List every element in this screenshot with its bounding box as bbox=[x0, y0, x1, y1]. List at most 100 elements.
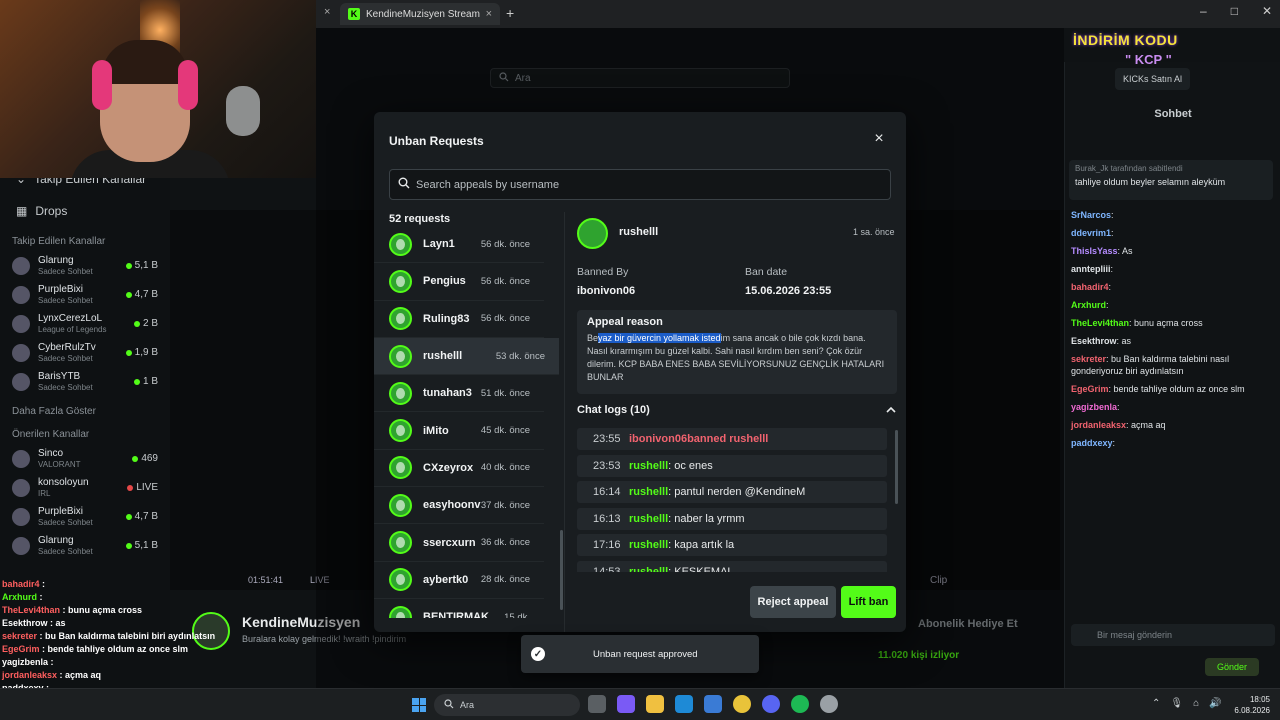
request-item[interactable]: easyhoonv 37 dk. önce bbox=[374, 487, 544, 525]
request-item[interactable]: ssercxurn 36 dk. önce bbox=[374, 524, 544, 562]
system-tray: ⌃ 🎙 ⌂ 🔊 bbox=[1152, 698, 1222, 709]
buy-kicks-button[interactable]: KICKs Satın Al bbox=[1115, 68, 1191, 90]
spotify-icon[interactable] bbox=[791, 695, 809, 713]
log-time: 17:16 bbox=[593, 539, 621, 552]
chat-message[interactable]: yagizbenla: bbox=[1069, 398, 1277, 416]
viewer-count-text: 1 B bbox=[142, 376, 158, 387]
chat-username[interactable]: ddevrim1 bbox=[1071, 228, 1111, 238]
live-dot-icon bbox=[125, 262, 132, 269]
reject-appeal-button[interactable]: Reject appeal bbox=[750, 586, 836, 618]
request-item[interactable]: tunahan3 51 dk. önce bbox=[374, 375, 544, 413]
chat-username[interactable]: SrNarcos bbox=[1071, 210, 1111, 220]
request-list-scrollbar[interactable] bbox=[560, 530, 563, 610]
log-username[interactable]: ibonivon06 bbox=[629, 433, 687, 445]
send-button[interactable]: Gönder bbox=[1205, 658, 1259, 676]
log-username[interactable]: rushelll bbox=[629, 460, 668, 472]
sidebar-channel[interactable]: CyberRulzTv Sadece Sohbet 1,9 B bbox=[0, 338, 170, 367]
chat-log-entry: 16:13 rushelll: naber la yrmm bbox=[577, 507, 887, 530]
chat-input[interactable]: Bir mesaj gönderin bbox=[1071, 624, 1275, 646]
appeal-reason-text[interactable]: Beyaz bir güvercin yollamak istedim sana… bbox=[587, 332, 887, 384]
sidebar-channel[interactable]: PurpleBixi Sadece Sohbet 4,7 B bbox=[0, 502, 170, 531]
request-item[interactable]: iMito 45 dk. önce bbox=[374, 412, 544, 450]
request-item[interactable]: Pengius 56 dk. önce bbox=[374, 263, 544, 301]
taskbar-clock[interactable]: 18:05 6.08.2026 bbox=[1226, 694, 1270, 716]
log-username[interactable]: rushelll bbox=[629, 513, 668, 525]
lift-ban-button[interactable]: Lift ban bbox=[841, 586, 896, 618]
pinned-message[interactable]: Burak_Jk tarafından sabitlendi tahliye o… bbox=[1069, 160, 1273, 200]
close-icon[interactable]: × bbox=[870, 130, 888, 148]
request-item[interactable]: aybertk0 28 dk. önce bbox=[374, 562, 544, 599]
copilot-icon[interactable] bbox=[617, 695, 635, 713]
chat-username[interactable]: bahadir4 bbox=[1071, 282, 1109, 292]
channel-text: PurpleBixi Sadece Sohbet bbox=[38, 506, 93, 528]
sidebar-channel[interactable]: PurpleBixi Sadece Sohbet 4,7 B bbox=[0, 280, 170, 309]
chevron-up-icon[interactable]: ⌃ bbox=[1152, 698, 1160, 709]
close-tab-icon[interactable]: × bbox=[324, 6, 330, 18]
chat-username[interactable]: ThisIsYass bbox=[1071, 246, 1118, 256]
request-item[interactable]: Layn1 56 dk. önce bbox=[374, 226, 544, 264]
sidebar-channel[interactable]: BarisYTB Sadece Sohbet 1 B bbox=[0, 367, 170, 396]
chat-message[interactable]: EgeGrim: bende tahliye oldum az once slm bbox=[1069, 380, 1277, 398]
chat-username[interactable]: Esekthrow bbox=[1071, 336, 1117, 346]
volume-icon[interactable]: 🔊 bbox=[1209, 698, 1221, 709]
chat-message[interactable]: bahadir4: bbox=[1069, 278, 1277, 296]
discord-icon[interactable] bbox=[762, 695, 780, 713]
log-username[interactable]: rushelll bbox=[629, 566, 668, 572]
edge-icon[interactable] bbox=[675, 695, 693, 713]
browser-tab[interactable]: K KendineMuzisyen Stream - Wa × bbox=[340, 3, 500, 25]
minimize-button[interactable]: – bbox=[1200, 4, 1207, 18]
log-username[interactable]: rushelll bbox=[629, 539, 668, 551]
file-explorer-icon[interactable] bbox=[646, 695, 664, 713]
chat-message[interactable]: sekreter: bu Ban kaldırma talebini nasıl… bbox=[1069, 350, 1277, 380]
appeal-username[interactable]: rushelll bbox=[619, 226, 658, 238]
chat-username[interactable]: yagizbenla bbox=[1071, 402, 1117, 412]
chat-username[interactable]: Arxhurd bbox=[1071, 300, 1106, 310]
windows-start-icon[interactable] bbox=[412, 698, 426, 712]
sidebar-channel[interactable]: Glarung Sadece Sohbet 5,1 B bbox=[0, 251, 170, 280]
sidebar-channel[interactable]: konsoloyun IRL LIVE bbox=[0, 473, 170, 502]
chat-username[interactable]: jordanleaksx bbox=[1071, 420, 1126, 430]
appeal-search-input[interactable] bbox=[416, 178, 882, 191]
sidebar-channel[interactable]: LynxCerezLoL League of Legends 2 B bbox=[0, 309, 170, 338]
chat-logs-scrollbar[interactable] bbox=[895, 430, 898, 504]
request-item[interactable]: rushelll 53 dk. önce bbox=[374, 337, 559, 376]
network-icon[interactable]: ⌂ bbox=[1193, 698, 1199, 709]
microphone-icon[interactable]: 🎙 bbox=[1170, 698, 1183, 709]
taskbar-search[interactable]: Ara bbox=[434, 694, 580, 716]
chat-message[interactable]: SrNarcos: bbox=[1069, 206, 1277, 224]
viewer-count-text: 5,1 B bbox=[134, 540, 158, 551]
new-tab-button[interactable]: + bbox=[506, 5, 514, 21]
tab-close-icon[interactable]: × bbox=[486, 8, 492, 20]
request-item[interactable]: Ruling83 56 dk. önce bbox=[374, 301, 544, 338]
chat-message[interactable]: ddevrim1: bbox=[1069, 224, 1277, 242]
store-icon[interactable] bbox=[704, 695, 722, 713]
chat-username[interactable]: TheLevi4than bbox=[1071, 318, 1129, 328]
chat-username[interactable]: anntepliii bbox=[1071, 264, 1111, 274]
request-item[interactable]: CXzeyrox 40 dk. önce bbox=[374, 450, 544, 488]
app-icon[interactable] bbox=[820, 695, 838, 713]
request-item[interactable]: BENTIRMAK 15 dk. bbox=[374, 599, 544, 618]
log-username[interactable]: rushelll bbox=[629, 486, 668, 498]
chat-message[interactable]: Arxhurd: bbox=[1069, 296, 1277, 314]
close-window-button[interactable]: ✕ bbox=[1262, 4, 1272, 18]
maximize-button[interactable]: □ bbox=[1231, 4, 1238, 18]
chat-logs-header[interactable]: Chat logs (10) bbox=[577, 404, 897, 416]
sidebar-item-drops[interactable]: ▦ Drops bbox=[0, 200, 170, 222]
chrome-icon[interactable] bbox=[733, 695, 751, 713]
sidebar-channel[interactable]: Glarung Sadece Sohbet 5,1 B bbox=[0, 531, 170, 560]
channel-viewers: LIVE bbox=[127, 482, 158, 493]
chat-username[interactable]: EgeGrim bbox=[1071, 384, 1109, 394]
show-more-link[interactable]: Daha Fazla Göster bbox=[0, 406, 170, 417]
chat-message[interactable]: Esekthrow: as bbox=[1069, 332, 1277, 350]
chat-username[interactable]: sekreter bbox=[1071, 354, 1106, 364]
task-view-icon[interactable] bbox=[588, 695, 606, 713]
sidebar-channel[interactable]: Sinco VALORANT 469 bbox=[0, 444, 170, 473]
chevron-up-icon[interactable] bbox=[885, 404, 897, 416]
appeal-search-field[interactable] bbox=[389, 169, 891, 200]
chat-message[interactable]: anntepliii: bbox=[1069, 260, 1277, 278]
chat-message[interactable]: jordanleaksx: açma aq bbox=[1069, 416, 1277, 434]
chat-message[interactable]: TheLevi4than: bunu açma cross bbox=[1069, 314, 1277, 332]
chat-message[interactable]: paddxexy: bbox=[1069, 434, 1277, 452]
chat-username[interactable]: paddxexy bbox=[1071, 438, 1113, 448]
chat-message[interactable]: ThisIsYass: As bbox=[1069, 242, 1277, 260]
